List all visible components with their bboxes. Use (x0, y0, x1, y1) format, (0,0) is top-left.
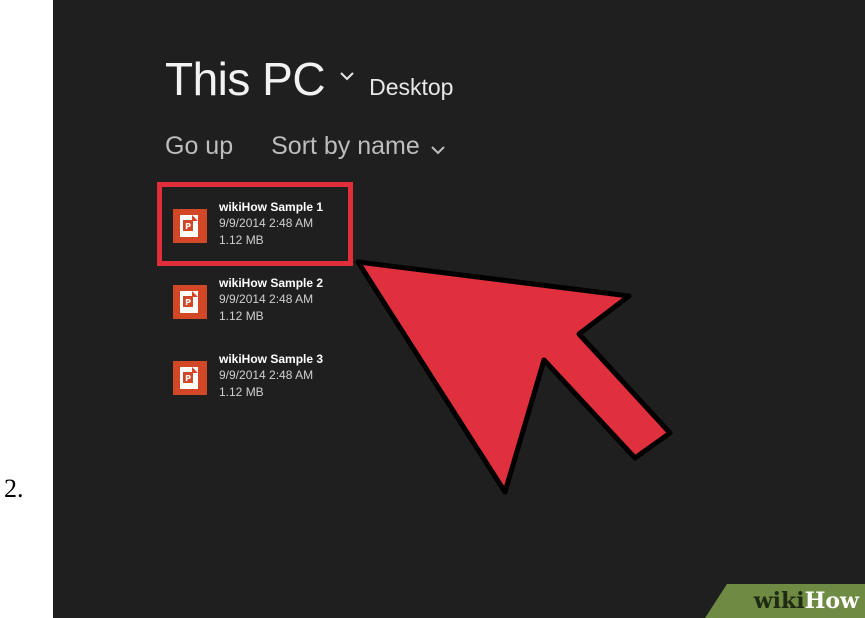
file-picker-screen: This PC Desktop Go up Sort by name P wik… (53, 0, 865, 618)
wikihow-watermark: wikiHow (705, 584, 865, 618)
pointer-arrow-icon (355, 259, 673, 495)
wikihow-logo: wikiHow (753, 588, 859, 614)
step-number: 2. (4, 474, 24, 503)
